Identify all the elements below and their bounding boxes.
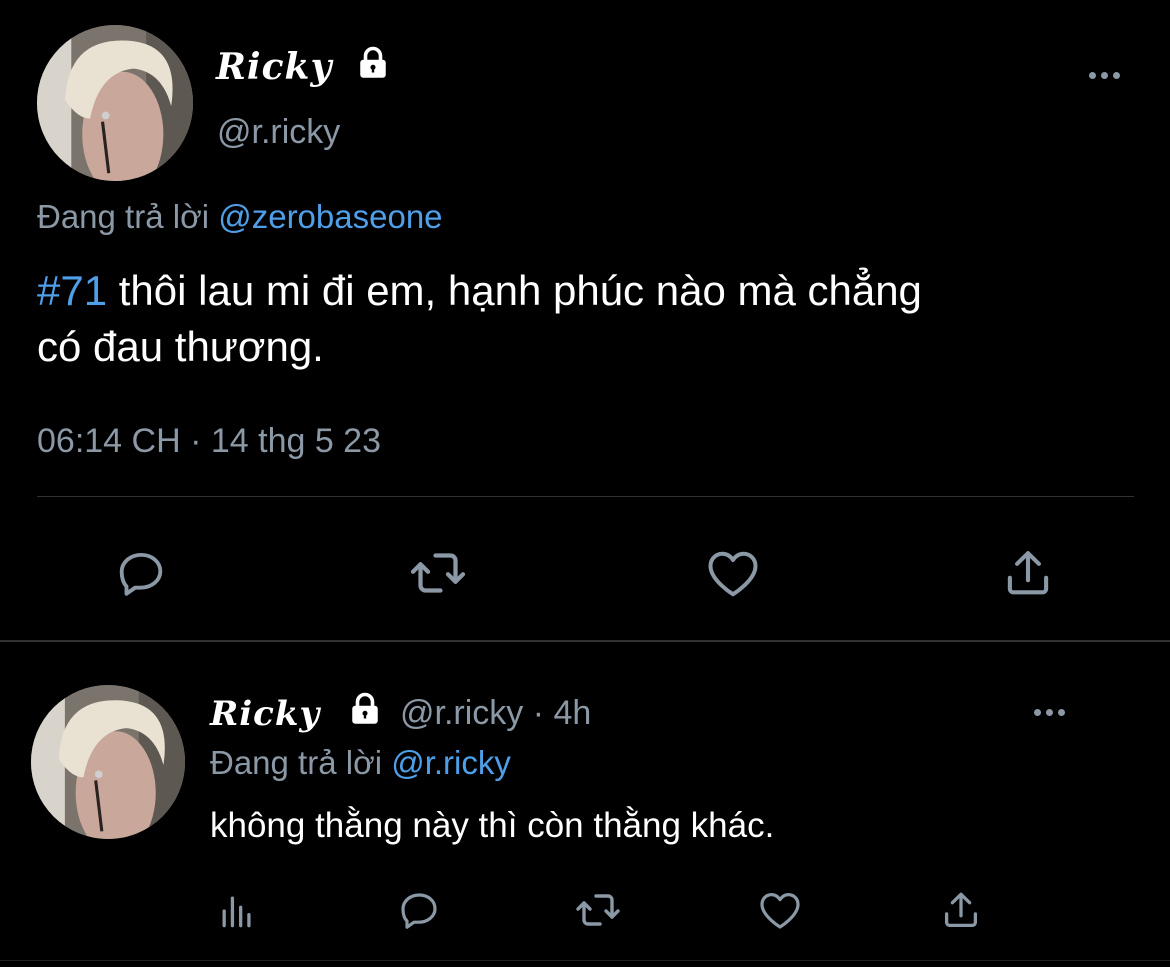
replying-to: Đang trả lời @zerobaseone <box>37 198 443 236</box>
more-horizontal-icon[interactable] <box>1089 72 1120 79</box>
hashtag-link[interactable]: #71 <box>37 267 107 314</box>
lock-icon <box>354 44 392 80</box>
more-horizontal-icon[interactable] <box>1034 709 1065 716</box>
reply-display-name[interactable]: Ricky <box>210 694 320 734</box>
retweet-button[interactable] <box>403 538 473 608</box>
analytics-bars-icon <box>222 896 251 928</box>
replying-to-link[interactable]: @zerobaseone <box>218 198 442 235</box>
like-button[interactable] <box>698 538 768 608</box>
heart-icon <box>708 551 758 597</box>
reply-text: không thằng này thì còn thằng khác. <box>210 806 775 845</box>
share-icon <box>944 892 978 927</box>
replying-prefix: Đang trả lời <box>37 198 210 235</box>
reply-bubble-icon <box>119 552 163 596</box>
tweet-separator <box>0 640 1170 642</box>
share-button[interactable] <box>993 538 1063 608</box>
reply-handle-time[interactable]: @r.ricky · 4h <box>400 694 591 733</box>
retweet-button[interactable] <box>572 884 624 936</box>
reply-button[interactable] <box>393 884 445 936</box>
replying-to-link[interactable]: @r.ricky <box>391 744 511 781</box>
like-button[interactable] <box>754 884 806 936</box>
retweet-icon <box>410 553 466 593</box>
reply-button[interactable] <box>106 538 176 608</box>
divider <box>37 496 1134 497</box>
reply-bubble-icon <box>401 893 437 929</box>
display-name[interactable]: Ricky <box>216 46 332 88</box>
tweet-text: #71 thôi lau mi đi em, hạnh phúc nào mà … <box>37 263 1137 375</box>
replying-prefix: Đang trả lời <box>210 744 383 781</box>
lock-icon <box>346 690 384 726</box>
retweet-icon <box>576 894 620 926</box>
bottom-divider <box>0 960 1170 961</box>
timestamp[interactable]: 06:14 CH · 14 thg 5 23 <box>37 422 381 461</box>
views-button[interactable] <box>212 886 262 936</box>
tweet-text-line2: có đau thương. <box>37 323 324 370</box>
share-icon <box>1007 551 1049 595</box>
share-button[interactable] <box>935 884 987 936</box>
reply-avatar[interactable] <box>31 685 185 839</box>
reply-replying-to: Đang trả lời @r.ricky <box>210 744 511 782</box>
tweet-text-line1: thôi lau mi đi em, hạnh phúc nào mà chẳn… <box>107 267 922 314</box>
avatar[interactable] <box>37 25 193 181</box>
heart-icon <box>760 893 800 929</box>
handle[interactable]: @r.ricky <box>217 113 340 152</box>
